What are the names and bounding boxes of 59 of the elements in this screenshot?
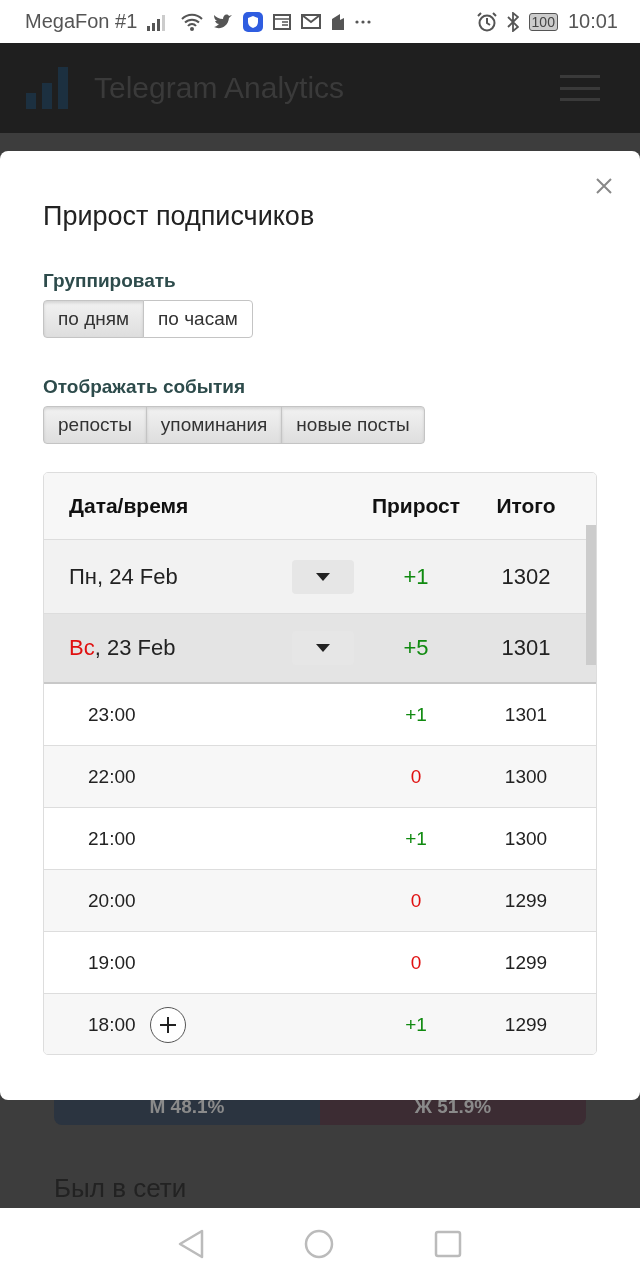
bar-chart-icon: [26, 67, 70, 109]
plus-icon: [158, 1015, 177, 1034]
alarm-icon: [476, 11, 497, 32]
column-header: Прирост: [371, 494, 461, 518]
battery-indicator: 100: [528, 12, 558, 31]
group-label: Отображать события: [43, 376, 247, 398]
total-value: 1301: [504, 703, 548, 726]
bluetooth-icon: [506, 11, 519, 32]
back-icon[interactable]: [178, 1229, 204, 1259]
time-text: 20:00: [88, 889, 136, 912]
clock-time: 10:01: [567, 10, 618, 33]
delta-value: 0: [410, 889, 422, 912]
delta-value: +1: [403, 563, 429, 590]
modal-title: Прирост подписчиков: [43, 201, 316, 232]
delta-value: +5: [403, 635, 429, 661]
more-icon: [355, 19, 372, 24]
scrollbar[interactable]: [586, 525, 596, 665]
time-text: 18:00: [88, 1013, 136, 1036]
total-value: 1302: [501, 563, 551, 590]
caret-icon: [316, 572, 330, 581]
date-text: Пн, 24 Feb: [68, 563, 178, 590]
delta-value: +1: [405, 703, 427, 726]
recents-icon[interactable]: [434, 1230, 462, 1258]
total-value: 1301: [501, 635, 551, 661]
toggle-button[interactable]: по часам: [143, 300, 253, 338]
carrier-name: MegaFon #1: [25, 10, 138, 33]
delta-value: 0: [410, 951, 422, 974]
toggle-button[interactable]: новые посты: [281, 406, 425, 444]
total-value: 1300: [504, 765, 548, 788]
wifi-icon: [181, 12, 204, 31]
date-text: Вс, 23 Feb: [68, 635, 176, 661]
total-value: 1299: [504, 951, 548, 974]
caret-icon: [316, 644, 330, 652]
day-row[interactable]: Вс, 23 Feb +5 1301: [44, 614, 596, 684]
column-header: Итого: [496, 494, 556, 518]
toggle-button[interactable]: по дням: [43, 300, 145, 338]
total-value: 1300: [504, 827, 548, 850]
expand-button[interactable]: [292, 559, 354, 594]
calendar-icon: [273, 13, 292, 30]
time-text: 22:00: [88, 765, 136, 788]
delta-value: +1: [405, 1013, 427, 1036]
shield-icon: [243, 11, 264, 32]
time-text: 21:00: [88, 827, 136, 850]
column-header: Дата/время: [68, 494, 190, 518]
time-text: 19:00: [88, 951, 136, 974]
toggle-button[interactable]: упоминания: [145, 406, 283, 444]
delta-value: +1: [405, 827, 427, 850]
delta-value: 0: [410, 765, 422, 788]
toggle-button[interactable]: репосты: [43, 406, 147, 444]
mail-icon: [301, 14, 322, 29]
group-label: Группировать: [43, 270, 177, 292]
book-icon: [331, 12, 346, 31]
bird-icon: [213, 13, 234, 30]
total-value: 1299: [504, 1013, 548, 1036]
menu-icon[interactable]: [560, 75, 600, 101]
home-icon[interactable]: [304, 1229, 334, 1259]
add-button[interactable]: [149, 1006, 186, 1043]
total-value: 1299: [504, 889, 548, 912]
time-text: 23:00: [88, 703, 136, 726]
